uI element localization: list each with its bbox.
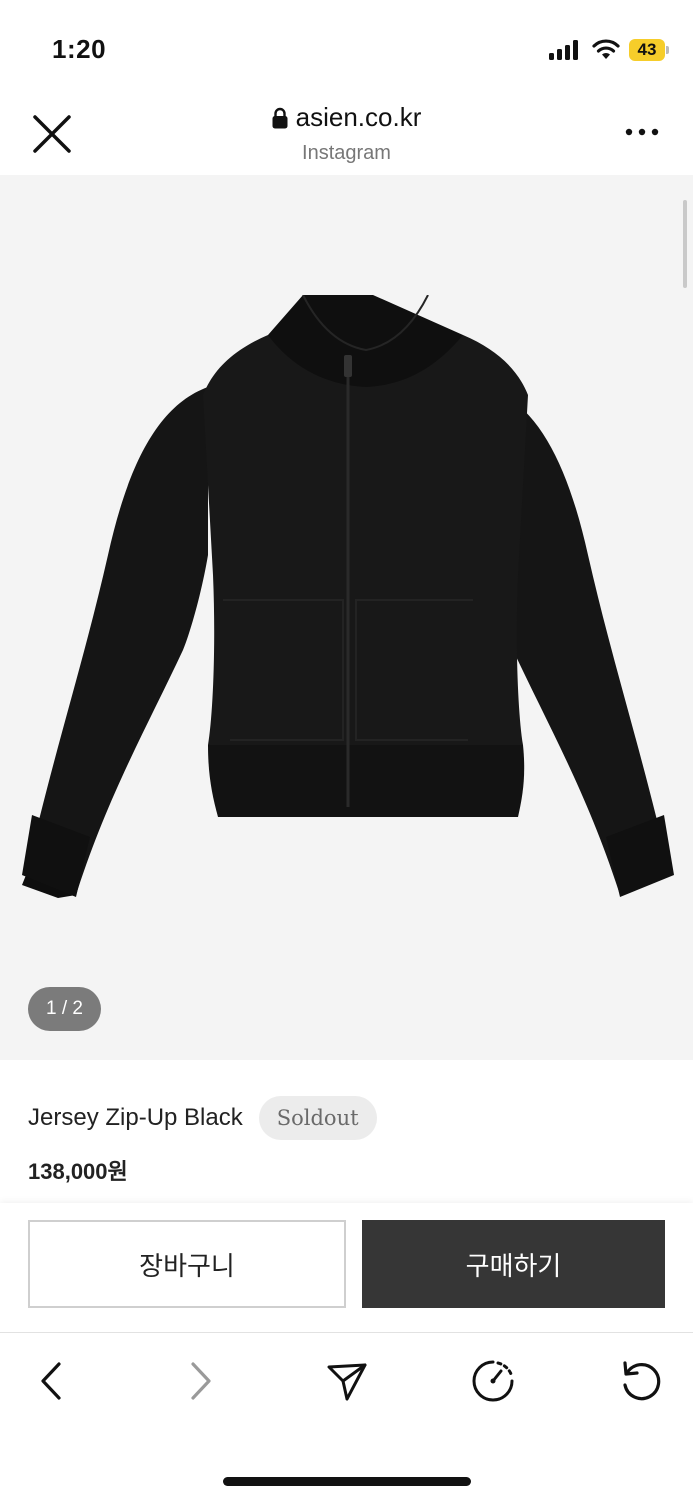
browser-toolbar bbox=[0, 1333, 693, 1500]
product-title-row: Jersey Zip-Up Black Soldout bbox=[28, 1096, 377, 1140]
signal-icon bbox=[549, 40, 578, 60]
scrollbar[interactable] bbox=[683, 200, 687, 288]
browser-header: asien.co.kr Instagram bbox=[0, 92, 693, 175]
product-info: Jersey Zip-Up Black Soldout 138,000원 bbox=[0, 1060, 693, 1205]
refresh-icon[interactable] bbox=[619, 1359, 663, 1403]
status-time: 1:20 bbox=[52, 34, 107, 64]
forward-icon[interactable] bbox=[178, 1359, 222, 1403]
home-indicator bbox=[223, 1477, 471, 1486]
page-source: Instagram bbox=[302, 141, 391, 164]
product-name: Jersey Zip-Up Black bbox=[28, 1104, 243, 1131]
share-icon[interactable] bbox=[325, 1359, 369, 1403]
address-bar[interactable]: asien.co.kr Instagram bbox=[0, 102, 693, 165]
image-page-indicator: 1 / 2 bbox=[28, 987, 101, 1031]
lock-icon bbox=[272, 107, 288, 128]
purchase-bar: 장바구니 구매하기 bbox=[0, 1203, 693, 1333]
add-to-cart-button[interactable]: 장바구니 bbox=[28, 1220, 346, 1308]
buy-now-button[interactable]: 구매하기 bbox=[362, 1220, 665, 1308]
page-url: asien.co.kr bbox=[295, 102, 422, 132]
back-icon[interactable] bbox=[30, 1359, 74, 1403]
status-bar: 1:20 43 bbox=[0, 0, 693, 92]
battery-level: 43 bbox=[637, 40, 657, 59]
wifi-icon bbox=[592, 39, 620, 59]
more-icon[interactable] bbox=[622, 120, 662, 144]
battery-icon: 43 bbox=[629, 39, 669, 61]
speed-icon[interactable] bbox=[471, 1359, 515, 1403]
status-badge: Soldout bbox=[258, 1096, 377, 1140]
product-price: 138,000원 bbox=[28, 1159, 128, 1184]
jacket-image bbox=[22, 295, 674, 898]
product-image-carousel[interactable]: 1 / 2 bbox=[0, 175, 693, 1060]
battery-tip bbox=[666, 46, 669, 54]
